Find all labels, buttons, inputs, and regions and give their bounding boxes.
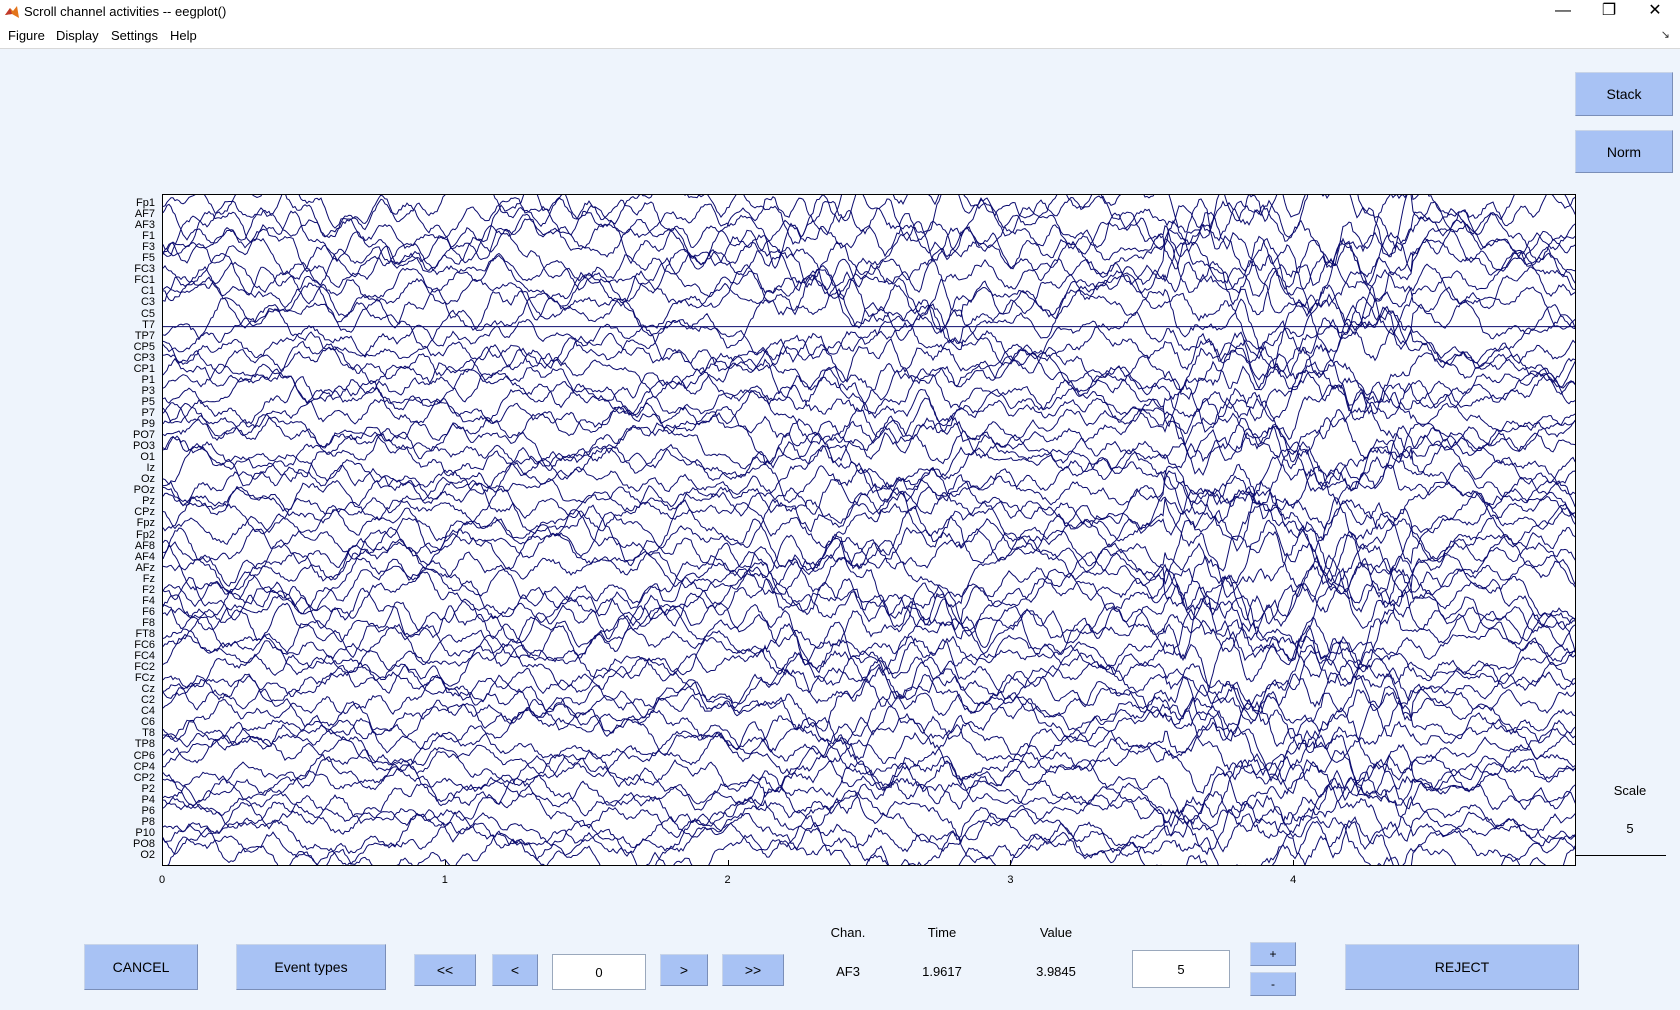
channel-label-tp8: TP8: [134, 738, 155, 751]
position-input[interactable]: 0: [552, 954, 646, 990]
channel-label-c3: C3: [140, 296, 155, 309]
trace-afz: [163, 519, 1575, 611]
trace-af4: [163, 508, 1575, 608]
trace-c1: [163, 257, 1575, 345]
norm-button[interactable]: Norm: [1575, 130, 1673, 173]
eeg-plot-area[interactable]: [162, 194, 1576, 866]
trace-p6: [163, 776, 1575, 843]
menu-figure[interactable]: Figure: [8, 28, 45, 43]
trace-p5: [163, 370, 1575, 447]
time-header: Time: [927, 925, 957, 940]
next-page-button[interactable]: >: [660, 954, 708, 986]
channel-label-cp4: CP4: [133, 760, 155, 773]
menu-bar: Figure Display Settings Help: [0, 24, 1680, 49]
trace-t8: [163, 695, 1575, 777]
cancel-button[interactable]: CANCEL: [84, 944, 198, 990]
reject-button[interactable]: REJECT: [1345, 944, 1579, 990]
trace-fc3: [163, 238, 1575, 318]
scale-decrease-button[interactable]: -: [1250, 972, 1296, 996]
trace-cz: [163, 657, 1575, 725]
value-readout: 3.9845: [1036, 964, 1076, 979]
trace-cp2: [163, 742, 1575, 819]
trace-o2: [167, 816, 1575, 865]
eeg-traces: [163, 195, 1575, 865]
channel-label-cp6: CP6: [133, 749, 155, 762]
prev-page-button[interactable]: <: [492, 954, 538, 986]
last-page-button[interactable]: >>: [722, 954, 784, 986]
trace-p4: [163, 771, 1575, 836]
channel-label-c5: C5: [140, 307, 155, 320]
maximize-button[interactable]: ❐: [1586, 0, 1632, 24]
scale-value: 5: [1626, 821, 1634, 836]
x-tick-label: 2: [724, 874, 731, 886]
trace-p8: [163, 784, 1575, 856]
trace-f8: [163, 582, 1575, 679]
trace-af7: [163, 195, 1575, 274]
menu-settings[interactable]: Settings: [111, 28, 158, 43]
scale-input[interactable]: 5: [1132, 950, 1230, 988]
value-header: Value: [1039, 925, 1073, 940]
channel-label-cp2: CP2: [133, 771, 155, 784]
chan-header: Chan.: [830, 925, 866, 940]
scale-bar: [1576, 855, 1666, 856]
menu-help[interactable]: Help: [170, 28, 197, 43]
trace-fz: [163, 537, 1575, 630]
trace-p2: [163, 743, 1575, 826]
scale-increase-button[interactable]: +: [1250, 942, 1296, 966]
window-title: Scroll channel activities -- eegplot(): [24, 4, 227, 19]
time-readout: 1.9617: [922, 964, 962, 979]
channel-label-fp2: Fp2: [136, 528, 155, 541]
channel-label-fpz: Fpz: [136, 517, 155, 530]
x-tick-mark: [727, 860, 729, 865]
x-tick-label: 4: [1290, 874, 1297, 886]
close-button[interactable]: ✕: [1632, 0, 1678, 24]
title-bar: Scroll channel activities -- eegplot() —…: [0, 0, 1680, 24]
x-tick-mark: [444, 860, 446, 865]
channel-label-af8: AF8: [134, 539, 155, 552]
x-tick-label: 1: [441, 874, 448, 886]
trace-fp1: [163, 195, 1575, 252]
first-page-button[interactable]: <<: [414, 954, 476, 986]
menu-display[interactable]: Display: [56, 28, 99, 43]
trace-cpz: [163, 485, 1575, 549]
event-types-button[interactable]: Event types: [236, 944, 386, 990]
scale-label: Scale: [1613, 783, 1647, 798]
channel-label-t7: T7: [142, 318, 155, 331]
dock-arrow-icon[interactable]: ↘: [1661, 28, 1670, 41]
x-tick-mark: [1010, 860, 1012, 865]
channel-label-tp7: TP7: [134, 329, 155, 342]
x-tick-label: 3: [1007, 874, 1014, 886]
channel-label-o2: O2: [140, 849, 155, 861]
minimize-button[interactable]: —: [1540, 0, 1586, 24]
chan-readout: AF3: [836, 964, 860, 979]
channel-label-cp5: CP5: [133, 340, 155, 353]
trace-cp1: [163, 331, 1575, 415]
x-tick-mark: [1293, 860, 1295, 865]
trace-f4: [163, 566, 1575, 653]
matlab-icon: [5, 6, 19, 18]
trace-c2: [163, 671, 1575, 742]
stack-button[interactable]: Stack: [1575, 72, 1673, 116]
x-tick-label: 0: [158, 874, 166, 886]
trace-po3: [163, 414, 1575, 492]
channel-label-af4: AF4: [134, 550, 155, 563]
x-tick-mark: [162, 860, 163, 865]
